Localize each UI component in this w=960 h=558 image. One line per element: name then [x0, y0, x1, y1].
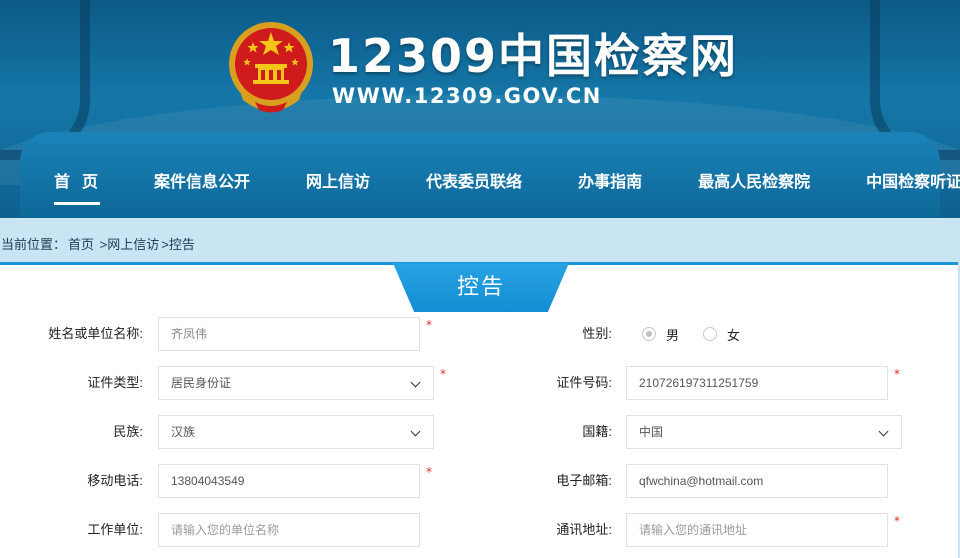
ethnicity-field: 民族: 汉族 [0, 415, 480, 449]
required-mark: * [426, 465, 432, 479]
nav-item-hearing-network[interactable]: 中国检察听证网 [852, 167, 960, 197]
nav-item-case-info[interactable]: 案件信息公开 [140, 167, 264, 197]
mobile-input[interactable]: 13804043549 [158, 464, 420, 498]
gender-female-radio[interactable] [703, 327, 718, 341]
breadcrumb-prefix: 当前位置： [1, 237, 67, 252]
breadcrumb-online-petition[interactable]: >网上信访 [100, 237, 160, 252]
breadcrumb-current: >控告 [161, 237, 195, 252]
gender-label: 性别: [582, 326, 612, 341]
mobile-label: 移动电话: [87, 473, 143, 488]
nav-item-supreme-procuratorate[interactable]: 最高人民检察院 [684, 167, 824, 197]
email-field: 电子邮箱: qfwchina@hotmail.com [480, 464, 958, 498]
id-type-select[interactable]: 居民身份证 [158, 366, 434, 400]
national-emblem-icon [229, 22, 313, 113]
complaint-form-panel: 控告 姓名或单位名称: 齐凤伟 * 性别: 男 女 证件类型: 居民身份证 * … [0, 262, 958, 558]
id-type-value: 居民身份证 [171, 376, 232, 390]
id-number-input[interactable]: 210726197311251759 [626, 366, 888, 400]
nav-item-online-petition[interactable]: 网上信访 [292, 167, 384, 197]
email-label: 电子邮箱: [556, 473, 612, 488]
name-input[interactable]: 齐凤伟 [158, 317, 420, 351]
nav-list: 首页 案件信息公开 网上信访 代表委员联络 办事指南 最高人民检察院 中国检察听… [40, 162, 960, 205]
site-logo-title[interactable]: 12309中国检察网 [328, 30, 738, 82]
ethnicity-value: 汉族 [171, 425, 196, 439]
chevron-down-icon [878, 426, 889, 437]
id-number-label: 证件号码: [556, 375, 612, 390]
employer-label: 工作单位: [87, 522, 143, 537]
main-nav: 首页 案件信息公开 网上信访 代表委员联络 办事指南 最高人民检察院 中国检察听… [0, 132, 960, 218]
site-url: WWW.12309.GOV.CN [332, 84, 602, 108]
nav-item-guide[interactable]: 办事指南 [564, 167, 656, 197]
site-header: 12309中国检察网 WWW.12309.GOV.CN 首页 案件信息公开 网上… [0, 0, 960, 218]
required-mark: * [894, 514, 900, 528]
address-input[interactable]: 请输入您的通讯地址 [626, 513, 888, 547]
name-label: 姓名或单位名称: [48, 326, 143, 341]
required-mark: * [426, 318, 432, 332]
name-field: 姓名或单位名称: 齐凤伟 * [0, 317, 480, 351]
chevron-down-icon [410, 426, 421, 437]
gender-field: 性别: 男 女 [480, 317, 958, 351]
required-mark: * [440, 367, 446, 381]
required-mark: * [894, 367, 900, 381]
nav-item-deputy-liaison[interactable]: 代表委员联络 [412, 167, 536, 197]
address-label: 通讯地址: [556, 522, 612, 537]
employer-field: 工作单位: 请输入您的单位名称 [0, 513, 480, 547]
gender-male-label[interactable]: 男 [666, 325, 679, 344]
id-type-field: 证件类型: 居民身份证 * [0, 366, 480, 400]
breadcrumb: 当前位置： 首页 >网上信访 >控告 [1, 234, 197, 253]
nav-item-home[interactable]: 首页 [40, 167, 112, 205]
form-title: 控告 [393, 263, 569, 312]
nationality-value: 中国 [639, 425, 664, 439]
ethnicity-select[interactable]: 汉族 [158, 415, 434, 449]
nationality-label: 国籍: [582, 424, 612, 439]
gender-radio-group: 男 女 [642, 317, 764, 351]
email-input[interactable]: qfwchina@hotmail.com [626, 464, 888, 498]
id-number-field: 证件号码: 210726197311251759 * [480, 366, 958, 400]
breadcrumb-home[interactable]: 首页 [68, 237, 94, 252]
nationality-field: 国籍: 中国 [480, 415, 958, 449]
employer-input[interactable]: 请输入您的单位名称 [158, 513, 420, 547]
chevron-down-icon [410, 377, 421, 388]
id-type-label: 证件类型: [87, 375, 143, 390]
address-field: 通讯地址: 请输入您的通讯地址 * [480, 513, 958, 547]
ethnicity-label: 民族: [113, 424, 143, 439]
gender-male-radio[interactable] [642, 327, 656, 341]
mobile-field: 移动电话: 13804043549 * [0, 464, 480, 498]
nationality-select[interactable]: 中国 [626, 415, 902, 449]
gender-female-label[interactable]: 女 [727, 325, 740, 344]
